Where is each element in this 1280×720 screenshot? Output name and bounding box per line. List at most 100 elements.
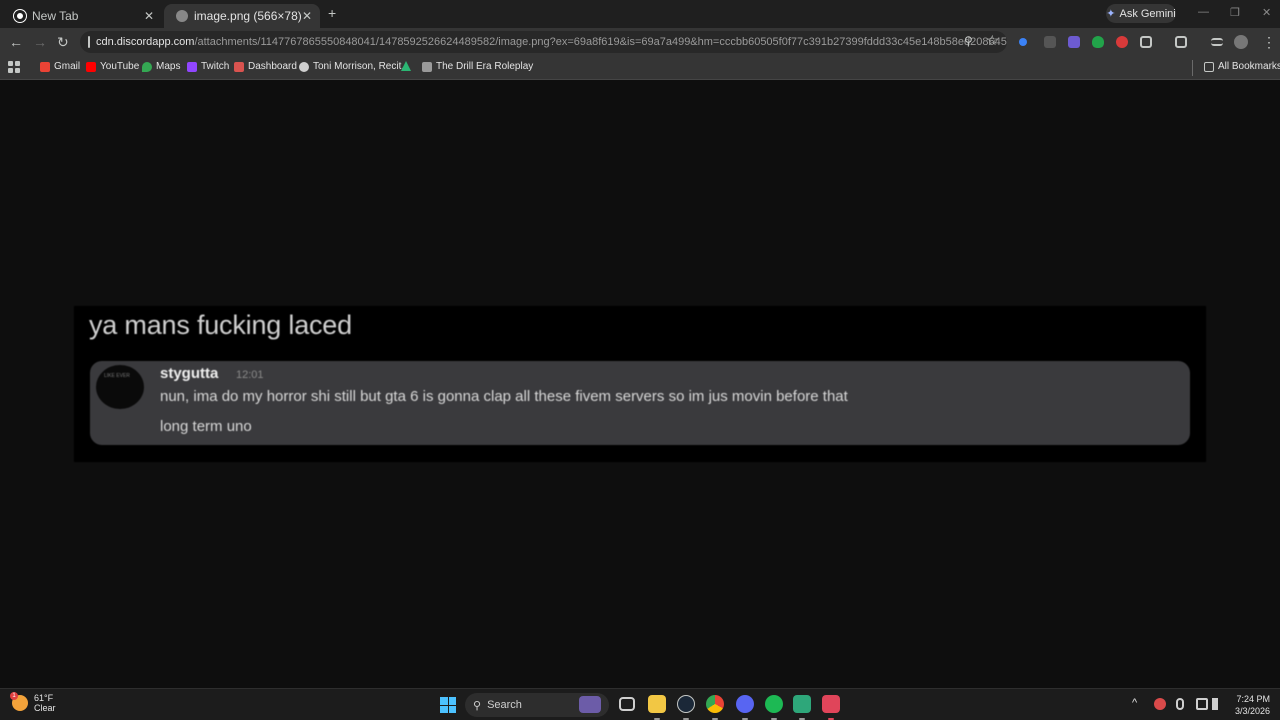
drill-era-icon (422, 61, 432, 72)
bookmark-gmail[interactable]: Gmail (40, 61, 80, 72)
message-text-line-2: long term uno (160, 418, 252, 435)
microphone-icon[interactable] (1176, 698, 1184, 710)
tab-new-tab[interactable]: New Tab ✕ (2, 4, 162, 28)
app-pink-icon[interactable] (822, 695, 840, 713)
close-window-icon[interactable]: ✕ (1262, 6, 1271, 19)
message-timestamp: 12:01 (236, 369, 264, 381)
taskbar: 1 61°F Clear ⚲ Search ^ 7:24 PM 3/3/2026 (0, 688, 1280, 720)
globe-icon (176, 10, 188, 22)
bookmark-label: Toni Morrison, Recit... (313, 61, 410, 72)
apps-grid-icon[interactable] (8, 61, 20, 73)
network-icon[interactable] (1196, 698, 1208, 710)
page-content: ya mans fucking laced LIKE EVER stygutta… (0, 81, 1280, 688)
back-icon[interactable]: ← (9, 34, 23, 50)
task-view-icon[interactable] (619, 697, 635, 711)
message-username: stygutta (160, 365, 219, 382)
twitch-icon (187, 61, 197, 72)
forward-icon[interactable]: → (33, 34, 47, 50)
dashboard-icon (234, 61, 244, 72)
address-bar[interactable]: cdn.discordapp.com/attachments/114776786… (80, 31, 1007, 53)
bookmarks-divider (1192, 60, 1193, 76)
profile-avatar[interactable] (1234, 35, 1248, 49)
chrome-icon[interactable] (706, 695, 724, 713)
bookmark-star-icon[interactable]: ☆ (986, 32, 999, 49)
bookmark-label: All Bookmarks (1218, 61, 1280, 72)
tab-search-icon[interactable] (1175, 36, 1187, 48)
bookmark-label: The Drill Era Roleplay (436, 61, 534, 72)
clock-time: 7:24 PM (1236, 694, 1270, 704)
bookmark-label: YouTube (100, 61, 140, 72)
zoom-icon[interactable]: ⚲ (964, 34, 973, 48)
url-host: cdn.discordapp.com (96, 36, 195, 48)
gemini-sparkle-icon: ✦ (1106, 8, 1116, 20)
search-highlight-icon (579, 696, 601, 713)
site-info-icon[interactable] (88, 36, 90, 48)
discord-message-card: LIKE EVER stygutta 12:01 nun, ima do my … (90, 361, 1190, 445)
bookmark-label: Gmail (54, 61, 81, 72)
menu-kebab-icon[interactable]: ⋮ (1262, 34, 1276, 51)
new-tab-button[interactable]: + (328, 5, 336, 21)
app-green-icon[interactable] (793, 695, 811, 713)
extension-grey-icon[interactable] (1044, 36, 1056, 48)
bookmark-maps[interactable]: Maps (142, 61, 180, 72)
search-label: Search (487, 699, 522, 711)
weather-condition: Clear (34, 703, 56, 713)
bookmarks-bar: Gmail YouTube Maps Twitch Dashboard Toni… (0, 56, 1280, 80)
discord-icon[interactable] (736, 695, 754, 713)
bookmark-twitch[interactable]: Twitch (187, 61, 229, 72)
extension-shield-icon[interactable] (1092, 36, 1104, 48)
browser-toolbar: ← → ↻ cdn.discordapp.com/attachments/114… (0, 28, 1280, 56)
system-clock[interactable]: 7:24 PM 3/3/2026 (1226, 693, 1270, 717)
extension-red-icon[interactable] (1116, 36, 1128, 48)
tab-strip: New Tab ✕ image.png (566×78) ✕ + ✦ Ask G… (0, 0, 1280, 28)
arrow-triangle-icon (401, 61, 411, 71)
message-text-line-1: nun, ima do my horror shi still but gta … (160, 388, 848, 405)
folder-icon (1204, 61, 1214, 72)
weather-badge: 1 (10, 692, 18, 700)
close-tab-icon[interactable]: ✕ (144, 9, 154, 23)
image-heading-text: ya mans fucking laced (89, 310, 352, 340)
extension-purple-icon[interactable] (1068, 36, 1080, 48)
all-bookmarks-button[interactable]: All Bookmarks (1204, 61, 1280, 72)
displayed-image[interactable]: ya mans fucking laced LIKE EVER stygutta… (74, 306, 1206, 462)
reload-icon[interactable]: ↻ (57, 34, 69, 51)
tray-app-icon[interactable] (1154, 698, 1166, 710)
volume-icon[interactable] (1212, 698, 1222, 710)
avatar: LIKE EVER (96, 365, 144, 409)
weather-widget[interactable]: 1 61°F Clear (10, 692, 56, 713)
bookmark-youtube[interactable]: YouTube (86, 61, 139, 72)
extensions-puzzle-icon[interactable] (1140, 36, 1152, 48)
bookmark-label: Maps (156, 61, 181, 72)
ask-gemini-label: Ask Gemini (1119, 7, 1176, 20)
globe-icon (299, 61, 309, 72)
bookmark-arrow[interactable] (401, 61, 411, 71)
url-path: /attachments/1147767865550848041/1478592… (194, 36, 1007, 48)
tab-title: image.png (566×78) (194, 9, 302, 23)
bookmark-toni-morrison[interactable]: Toni Morrison, Recit... (299, 61, 410, 72)
clock-date: 3/3/2026 (1234, 706, 1270, 716)
youtube-icon (86, 61, 96, 72)
steam-icon[interactable] (677, 695, 695, 713)
ask-gemini-button[interactable]: ✦ Ask Gemini (1106, 4, 1176, 23)
close-tab-icon[interactable]: ✕ (302, 9, 312, 23)
tray-chevron-up-icon[interactable]: ^ (1132, 697, 1137, 709)
gmail-icon (40, 61, 50, 72)
extension-audio-icon[interactable] (1019, 38, 1027, 46)
media-controls-icon[interactable] (1211, 38, 1223, 46)
moon-icon: 1 (10, 692, 28, 711)
minimize-icon[interactable]: — (1198, 6, 1209, 18)
spotify-icon[interactable] (765, 695, 783, 713)
taskbar-search[interactable]: ⚲ Search (465, 693, 609, 717)
tab-title: New Tab (32, 9, 79, 23)
search-icon: ⚲ (473, 699, 482, 712)
tab-image-png[interactable]: image.png (566×78) ✕ (164, 4, 320, 28)
bookmark-label: Twitch (201, 61, 230, 72)
restore-icon[interactable]: ❐ (1230, 6, 1240, 19)
bookmark-drill-era[interactable]: The Drill Era Roleplay (422, 61, 533, 72)
bookmark-dashboard[interactable]: Dashboard (234, 61, 297, 72)
chrome-icon (14, 10, 26, 22)
bookmark-label: Dashboard (248, 61, 297, 72)
windows-start-icon[interactable] (440, 697, 456, 713)
file-explorer-icon[interactable] (648, 695, 666, 713)
avatar-text: LIKE EVER (104, 373, 130, 379)
